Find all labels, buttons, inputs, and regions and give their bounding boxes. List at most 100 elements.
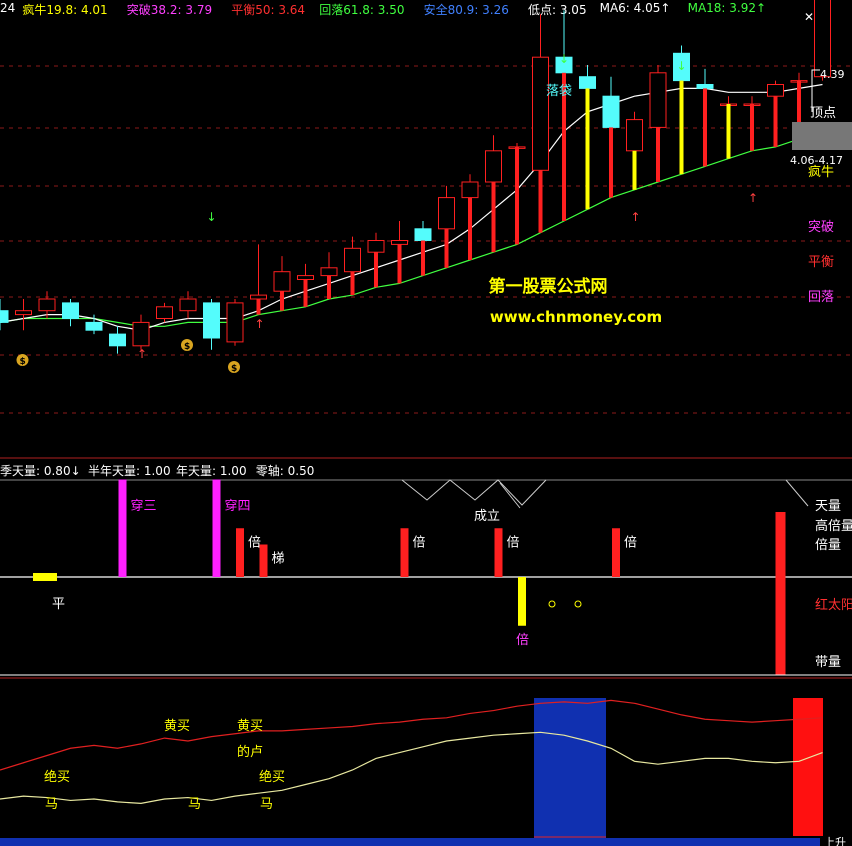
candle-up bbox=[132, 321, 150, 347]
candle-down bbox=[85, 321, 103, 331]
signal-bar bbox=[212, 479, 221, 577]
oscillator-yellow-line bbox=[0, 731, 823, 804]
tupo-label: 突破 bbox=[808, 219, 834, 235]
candle-up bbox=[367, 240, 385, 253]
volume-signal-panel: 穿三 穿四倍梯倍 倍倍倍平成立天量高倍量倍量红太阳带量 bbox=[0, 479, 852, 675]
candle-up bbox=[156, 306, 173, 319]
candle-up bbox=[320, 267, 338, 277]
trend-stem bbox=[773, 96, 778, 147]
flat-marker bbox=[33, 573, 57, 581]
candle-down bbox=[414, 228, 432, 242]
juemai-label: 绝买 bbox=[259, 769, 285, 785]
gaobeiliang-label: 高倍量 bbox=[815, 518, 852, 534]
candle-up bbox=[532, 56, 549, 171]
candle-up bbox=[438, 197, 455, 230]
trend-stem bbox=[750, 104, 754, 151]
trend-stem bbox=[468, 197, 472, 260]
chengli-wave-3 bbox=[785, 479, 809, 507]
candle-up bbox=[273, 271, 291, 292]
tianliang-label: 天量 bbox=[815, 499, 841, 514]
candle-down bbox=[0, 310, 9, 323]
dot-marker bbox=[548, 600, 556, 608]
trend-stem bbox=[444, 228, 449, 268]
trend-stem bbox=[585, 88, 590, 210]
signal-bar bbox=[118, 479, 127, 577]
trend-stem bbox=[726, 104, 731, 159]
trend-stem bbox=[327, 275, 331, 299]
money-bag-glyph: $ bbox=[184, 342, 190, 352]
signal-label: 穿四 bbox=[225, 498, 251, 514]
signal-bar bbox=[612, 528, 620, 577]
huangmai-label: 黄买 bbox=[164, 719, 190, 734]
hongtaiyang-label: 红太阳 bbox=[815, 597, 852, 613]
trend-stem bbox=[374, 252, 378, 288]
signal-label: 倍 bbox=[248, 535, 261, 550]
trend-stem bbox=[280, 291, 284, 311]
signal-bar bbox=[775, 577, 786, 675]
trend-stem bbox=[491, 182, 496, 253]
trend-stem bbox=[679, 80, 684, 175]
candle-down bbox=[696, 84, 714, 89]
candle-up bbox=[767, 84, 784, 97]
dailiang-label: 带量 bbox=[815, 655, 841, 670]
huangmai-label: 黄买 bbox=[237, 719, 263, 734]
candle-up bbox=[626, 119, 643, 152]
grid-lines bbox=[0, 65, 852, 679]
trend-stem bbox=[609, 127, 613, 198]
candle-up bbox=[344, 247, 361, 273]
candle-down bbox=[109, 333, 126, 347]
price-zone-box bbox=[792, 122, 852, 150]
stock-chart: 4.39顶点4.06-4.17疯牛突破平衡回落落袋↓↓ ↓↑↑↑↑$$$ 穿三 穿四… bbox=[0, 0, 852, 846]
signal-label: 倍 bbox=[516, 633, 529, 648]
trend-stem bbox=[421, 240, 425, 276]
trend-stem bbox=[538, 170, 543, 233]
signal-bar bbox=[259, 544, 268, 577]
money-bag-glyph: $ bbox=[231, 364, 237, 374]
luodai-label: 落袋 bbox=[546, 84, 572, 99]
red-arrow-icon: ↑ bbox=[137, 347, 147, 361]
candle-up bbox=[391, 240, 408, 245]
candle-up bbox=[297, 275, 314, 281]
red-arrow-icon: ↑ bbox=[255, 317, 265, 331]
pingheng-label: 平衡 bbox=[808, 255, 834, 270]
candle-up bbox=[461, 181, 479, 199]
candle-up bbox=[179, 298, 197, 312]
trend-stem bbox=[632, 150, 637, 190]
ma18-line bbox=[0, 134, 823, 327]
candle-down bbox=[579, 76, 596, 89]
candle-up bbox=[814, 0, 831, 78]
signal-label: 倍 bbox=[624, 535, 637, 550]
signal-label: 倍 bbox=[507, 535, 520, 550]
bottom-right-label: 上升 bbox=[824, 836, 846, 846]
candle-down bbox=[602, 95, 620, 128]
green-arrow-icon: ↓ bbox=[559, 52, 569, 66]
money-bag-glyph: $ bbox=[20, 357, 26, 367]
juemai-label: 绝买 bbox=[44, 769, 70, 785]
watermark-url: www.chnmoney.com bbox=[490, 308, 662, 326]
price-high-label: 4.39 bbox=[820, 68, 845, 81]
chengli-wave-2 bbox=[499, 482, 521, 509]
candle-up bbox=[226, 302, 244, 343]
green-arrow-icon: ↓ bbox=[207, 210, 217, 224]
trend-stem bbox=[397, 244, 402, 284]
ma-label: 马 bbox=[45, 797, 58, 812]
signal-label: 穿三 bbox=[131, 498, 157, 514]
trend-stem bbox=[656, 127, 660, 182]
watermark-title: 第一股票公式网 bbox=[489, 276, 608, 297]
beiliang-label: 倍量 bbox=[815, 538, 841, 553]
signal-bar bbox=[400, 528, 409, 577]
candle-down bbox=[62, 302, 79, 319]
signal-bar bbox=[494, 528, 503, 577]
candle-up bbox=[38, 298, 56, 312]
signal-bar bbox=[518, 577, 526, 626]
blue-zone bbox=[534, 698, 606, 838]
dingdian-label: 顶点 bbox=[810, 106, 836, 121]
delu-label: 的卢 bbox=[237, 744, 263, 760]
signal-label: 梯 bbox=[272, 552, 285, 567]
chengli-wave bbox=[401, 479, 547, 506]
red-arrow-icon: ↑ bbox=[748, 191, 758, 205]
bottom-strip bbox=[0, 838, 820, 846]
signal-bar bbox=[236, 528, 244, 577]
ma-label: 马 bbox=[260, 797, 273, 812]
trend-stem bbox=[350, 271, 355, 296]
